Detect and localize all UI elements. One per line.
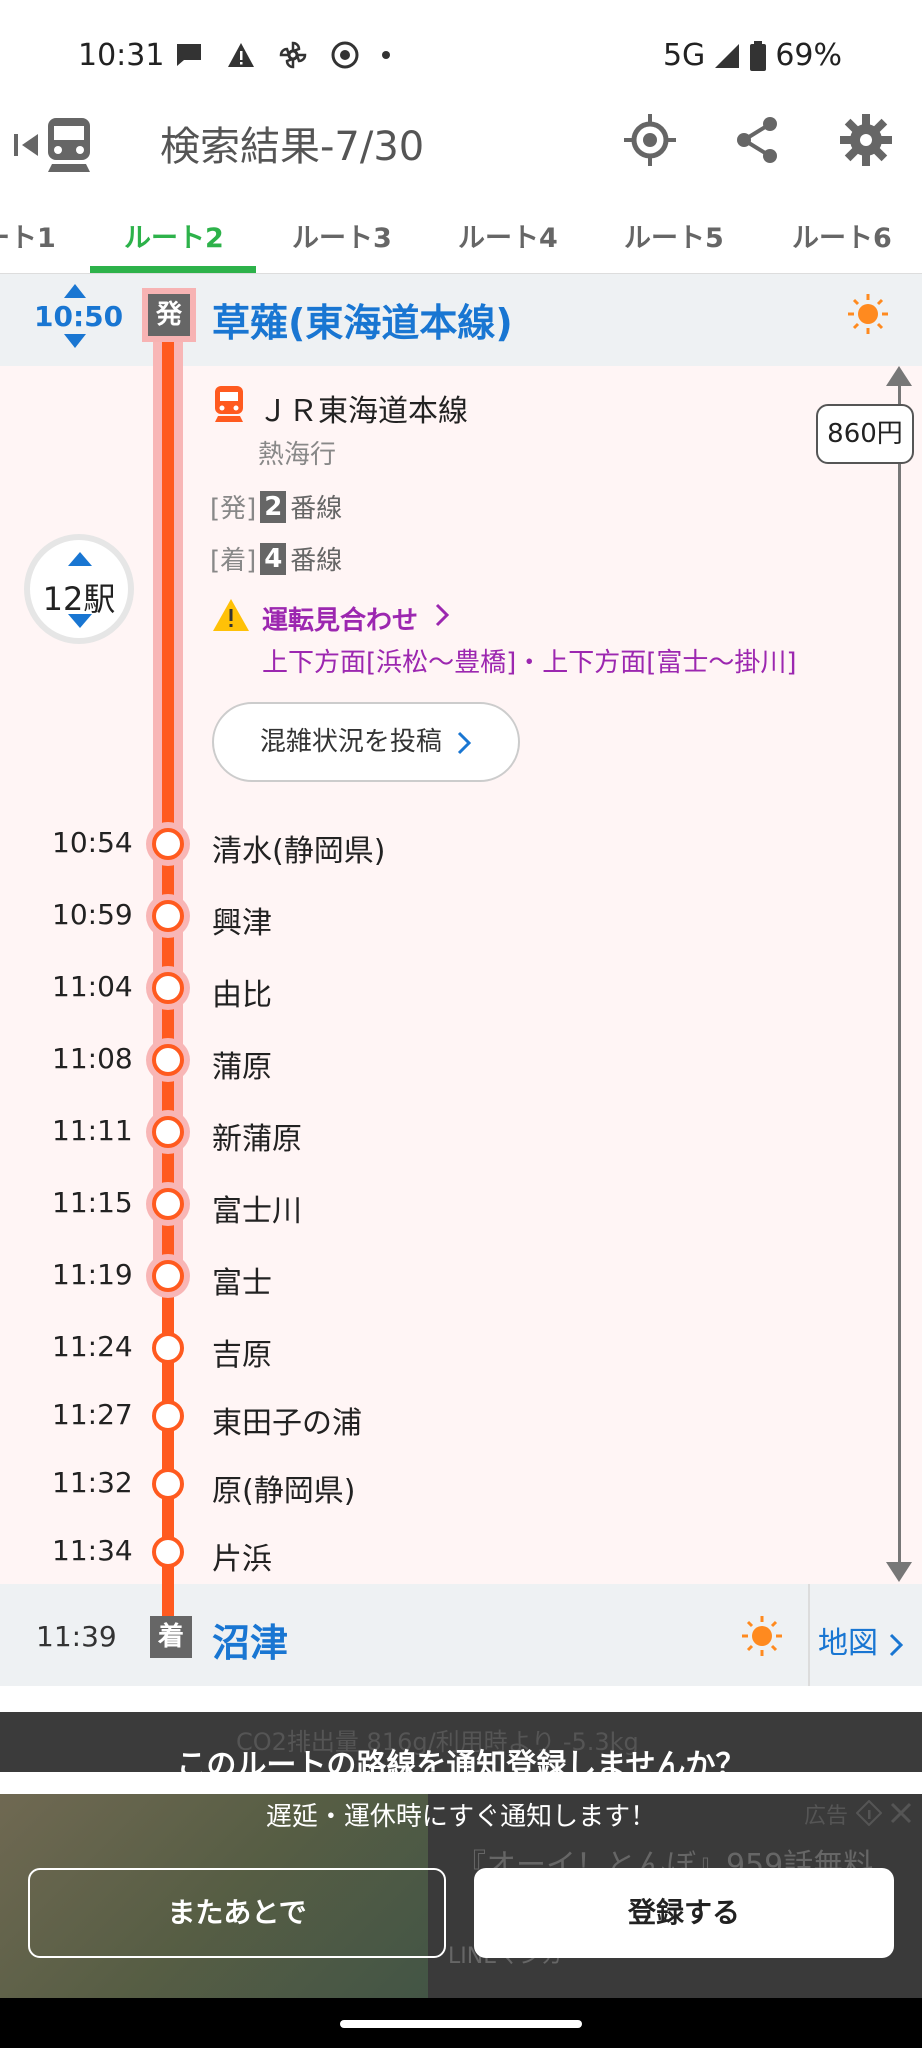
arrival-time: 11:39 <box>36 1620 117 1653</box>
stop-marker <box>152 1468 184 1500</box>
stop-marker <box>152 1188 184 1220</box>
tab-route-2[interactable]: ルート2 <box>124 216 224 255</box>
stop-name[interactable]: 吉原 <box>212 1330 272 1374</box>
notify-subtitle: 遅延・運休時にすぐ通知します！ <box>265 1802 657 1832</box>
warning-title[interactable]: 運転見合わせ <box>262 600 418 637</box>
chevron-right-icon <box>889 1633 903 1656</box>
stop-time: 10:59 <box>52 898 133 931</box>
arrival-station[interactable]: 沼津 <box>212 1612 288 1667</box>
page-title: 検索結果-7/30 <box>160 124 425 170</box>
departure-badge: 発 <box>148 294 190 336</box>
time-down-icon[interactable] <box>64 334 86 348</box>
stop-time: 11:15 <box>52 1186 133 1219</box>
stop-time: 11:19 <box>52 1258 133 1291</box>
stop-time: 11:34 <box>52 1534 133 1567</box>
back-button[interactable] <box>14 114 96 176</box>
home-handle[interactable] <box>340 2020 582 2028</box>
tab-route-4[interactable]: ルート4 <box>458 216 558 255</box>
stop-marker <box>152 900 184 932</box>
fare-range-line <box>898 376 901 1566</box>
stop-name[interactable]: 片浜 <box>212 1534 272 1578</box>
stop-name[interactable]: 東田子の浦 <box>212 1398 362 1442</box>
sun-weather-icon <box>848 294 888 334</box>
divider <box>808 1584 810 1686</box>
stop-marker <box>152 1260 184 1292</box>
stop-name[interactable]: 原(静岡県) <box>212 1466 355 1510</box>
network-type: 5G <box>662 38 706 73</box>
stop-time: 11:11 <box>52 1114 133 1147</box>
active-tab-indicator <box>90 266 256 273</box>
warning-icon <box>213 599 249 631</box>
stop-name[interactable]: 清水(静岡県) <box>212 826 385 870</box>
warning-icon <box>228 43 254 67</box>
stop-marker <box>152 1332 184 1364</box>
sun-weather-icon <box>742 1616 782 1656</box>
stop-name[interactable]: 蒲原 <box>212 1042 272 1086</box>
stop-time: 10:54 <box>52 826 133 859</box>
route-tabs: ルート1 ルート2 ルート3 ルート4 ルート5 ルート6 <box>0 200 922 274</box>
stop-time: 11:04 <box>52 970 133 1003</box>
gear-icon[interactable] <box>838 112 894 168</box>
stop-marker <box>152 972 184 1004</box>
later-button[interactable]: またあとで <box>28 1868 446 1958</box>
fare-label: 860円 <box>816 404 914 464</box>
signal-icon <box>715 43 740 68</box>
departure-station[interactable]: 草薙(東海道本線) <box>212 292 513 347</box>
stop-marker <box>152 1044 184 1076</box>
tab-route-6[interactable]: ルート6 <box>792 216 892 255</box>
stop-marker <box>152 828 184 860</box>
stop-name[interactable]: 新蒲原 <box>212 1114 302 1158</box>
arrow-up-icon <box>886 366 912 386</box>
stop-marker <box>152 1116 184 1148</box>
stop-time: 11:08 <box>52 1042 133 1075</box>
arrival-badge: 着 <box>150 1616 192 1658</box>
tab-route-5[interactable]: ルート5 <box>624 216 724 255</box>
chevron-up-icon <box>68 552 92 566</box>
pinwheel-icon <box>279 41 307 69</box>
stop-marker <box>152 1536 184 1568</box>
tab-route-1[interactable]: ルート1 <box>0 216 56 255</box>
map-link[interactable]: 地図 <box>818 1618 904 1662</box>
departure-time[interactable]: 10:50 <box>34 300 123 333</box>
notify-title: このルートの路線を通知登録しませんか？ <box>176 1748 746 1783</box>
more-dot-icon <box>382 51 390 59</box>
status-bar: 10:31 5G 69% <box>0 0 922 110</box>
stop-time: 11:32 <box>52 1466 133 1499</box>
train-line-icon <box>215 386 243 422</box>
register-button[interactable]: 登録する <box>474 1868 894 1958</box>
arrow-down-icon <box>886 1562 912 1582</box>
tab-route-3[interactable]: ルート3 <box>292 216 392 255</box>
chat-bubble-icon <box>177 44 201 66</box>
chevron-right-icon <box>435 603 450 627</box>
stop-time: 11:24 <box>52 1330 133 1363</box>
time-up-icon[interactable] <box>64 284 86 298</box>
chrome-icon <box>331 41 359 69</box>
notification-icons <box>174 40 390 70</box>
back-arrow-icon <box>14 134 38 156</box>
battery-icon <box>750 40 767 71</box>
line-name[interactable]: ＪＲ東海道本線 <box>258 386 468 430</box>
share-icon[interactable] <box>730 112 786 168</box>
stop-name[interactable]: 富士川 <box>212 1186 302 1230</box>
station-count-toggle[interactable]: 12駅 <box>24 534 134 644</box>
stop-name[interactable]: 由比 <box>212 970 272 1014</box>
status-right: 5G 69% <box>663 38 842 73</box>
post-crowd-button[interactable]: 混雑状況を投稿 <box>212 702 520 782</box>
chevron-right-icon <box>458 731 472 754</box>
route-detail <box>0 274 922 1686</box>
departure-platform: [発] 2 番線 <box>210 490 343 524</box>
stop-time: 11:27 <box>52 1398 133 1431</box>
line-destination: 熱海行 <box>258 440 337 470</box>
status-time: 10:31 <box>78 38 165 73</box>
train-icon <box>48 118 90 172</box>
chevron-down-icon <box>68 614 92 628</box>
stop-marker <box>152 1400 184 1432</box>
location-icon[interactable] <box>622 112 678 168</box>
stop-name[interactable]: 興津 <box>212 898 272 942</box>
arrival-platform: [着] 4 番線 <box>210 542 343 576</box>
stop-name[interactable]: 富士 <box>212 1258 272 1302</box>
battery-percent: 69% <box>775 38 842 73</box>
warning-detail: 上下方面[浜松～豊橋]・上下方面[富士～掛川] <box>262 648 797 678</box>
app-bar: 検索結果-7/30 <box>0 100 922 190</box>
